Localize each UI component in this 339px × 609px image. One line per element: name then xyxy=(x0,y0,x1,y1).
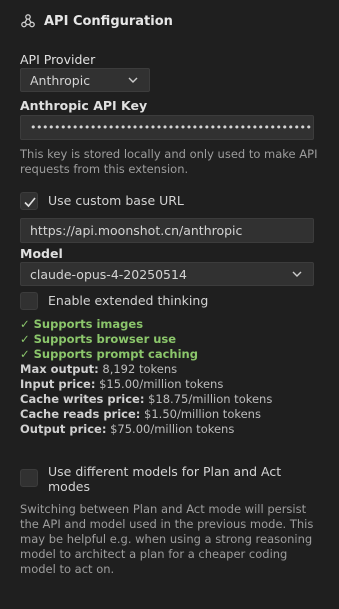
support-images: ✓ Supports images xyxy=(20,317,144,331)
plan-act-toggle[interactable]: Use different models for Plan and Act mo… xyxy=(20,463,290,494)
provider-value: Anthropic xyxy=(30,72,91,88)
api-key-help: This key is stored locally and only used… xyxy=(20,147,318,176)
model-value: claude-opus-4-20250514 xyxy=(30,266,187,282)
plan-act-label: Use different models for Plan and Act mo… xyxy=(48,464,282,494)
support-prompt-caching: ✓ Supports prompt caching xyxy=(20,347,198,361)
plan-act-help: Switching between Plan and Act mode will… xyxy=(20,502,314,576)
base-url-input[interactable]: https://api.moonshot.cn/anthropic xyxy=(20,218,314,243)
model-label: Model xyxy=(20,246,63,261)
page-title: API Configuration xyxy=(44,13,173,29)
provider-select[interactable]: Anthropic xyxy=(20,68,150,92)
chevron-down-icon xyxy=(128,77,138,83)
support-browser-use: ✓ Supports browser use xyxy=(20,332,177,346)
extended-thinking-checkbox[interactable] xyxy=(20,292,38,310)
extended-thinking-toggle[interactable]: Enable extended thinking xyxy=(20,292,208,310)
webhook-icon xyxy=(21,14,35,28)
model-select[interactable]: claude-opus-4-20250514 xyxy=(20,262,314,286)
spec-input-price: Input price: $15.00/million tokens xyxy=(20,377,224,391)
api-key-label: Anthropic API Key xyxy=(20,98,148,113)
custom-base-url-label: Use custom base URL xyxy=(48,193,184,208)
provider-label: API Provider xyxy=(20,52,96,67)
section-header: API Configuration xyxy=(20,11,173,31)
spec-cache-reads-price: Cache reads price: $1.50/million tokens xyxy=(20,407,261,421)
extended-thinking-label: Enable extended thinking xyxy=(48,293,209,308)
check-icon xyxy=(24,197,36,208)
spec-max-output: Max output: 8,192 tokens xyxy=(20,362,178,376)
chevron-down-icon xyxy=(292,271,302,277)
custom-base-url-toggle[interactable]: Use custom base URL xyxy=(20,192,184,210)
spec-output-price: Output price: $75.00/million tokens xyxy=(20,422,235,436)
spec-cache-writes-price: Cache writes price: $18.75/million token… xyxy=(20,392,273,406)
plan-act-checkbox[interactable] xyxy=(20,469,38,487)
api-key-input[interactable]: ••••••••••••••••••••••••••••••••••••••••… xyxy=(20,115,314,140)
custom-base-url-checkbox[interactable] xyxy=(20,192,38,210)
